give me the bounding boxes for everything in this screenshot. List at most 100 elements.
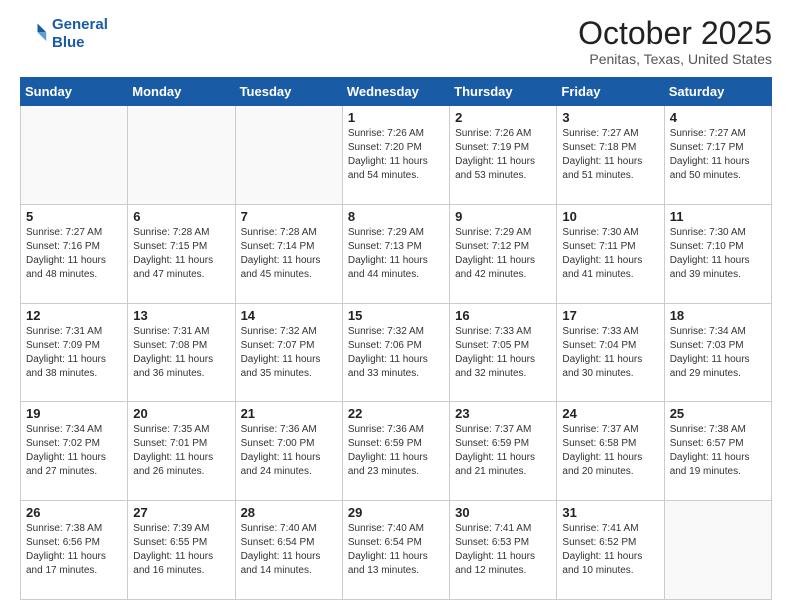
day-info: Sunrise: 7:28 AM Sunset: 7:14 PM Dayligh… <box>241 226 337 282</box>
calendar-cell: 29 Sunrise: 7:40 AM Sunset: 6:54 PM Dayli… <box>342 501 449 600</box>
day-info: Sunrise: 7:41 AM Sunset: 6:52 PM Dayligh… <box>562 522 658 578</box>
day-number: 7 <box>241 209 337 224</box>
weekday-header: Monday <box>128 78 235 106</box>
calendar-cell: 14Sunrise: 7:32 AM Sunset: 7:07 PM Dayli… <box>235 303 342 402</box>
calendar-week-row: 5 Sunrise: 7:27 AM Sunset: 7:16 PM Daylig… <box>21 204 772 303</box>
day-info: Sunrise: 7:37 AM Sunset: 6:58 PM Dayligh… <box>562 423 658 479</box>
logo-text: General Blue <box>52 16 108 52</box>
day-number: 12 <box>26 308 122 323</box>
calendar-cell: 12Sunrise: 7:31 AM Sunset: 7:09 PM Dayli… <box>21 303 128 402</box>
weekday-header: Friday <box>557 78 664 106</box>
logo: General Blue <box>20 16 108 52</box>
weekday-header: Saturday <box>664 78 771 106</box>
calendar-cell: 31 Sunrise: 7:41 AM Sunset: 6:52 PM Dayli… <box>557 501 664 600</box>
day-info: Sunrise: 7:36 AM Sunset: 6:59 PM Dayligh… <box>348 423 444 479</box>
calendar-header-row: SundayMondayTuesdayWednesdayThursdayFrid… <box>21 78 772 106</box>
calendar-cell: 20 Sunrise: 7:35 AM Sunset: 7:01 PM Dayli… <box>128 402 235 501</box>
day-number: 13 <box>133 308 229 323</box>
day-number: 4 <box>670 110 766 125</box>
day-number: 25 <box>670 406 766 421</box>
day-number: 11 <box>670 209 766 224</box>
day-number: 28 <box>241 505 337 520</box>
calendar-cell: 25 Sunrise: 7:38 AM Sunset: 6:57 PM Dayli… <box>664 402 771 501</box>
day-info: Sunrise: 7:27 AM Sunset: 7:18 PM Dayligh… <box>562 127 658 183</box>
calendar-week-row: 19 Sunrise: 7:34 AM Sunset: 7:02 PM Dayli… <box>21 402 772 501</box>
day-number: 21 <box>241 406 337 421</box>
calendar-cell: 21 Sunrise: 7:36 AM Sunset: 7:00 PM Dayli… <box>235 402 342 501</box>
calendar-cell: 5 Sunrise: 7:27 AM Sunset: 7:16 PM Daylig… <box>21 204 128 303</box>
day-info: Sunrise: 7:31 AM Sunset: 7:08 PM Dayligh… <box>133 325 229 381</box>
day-info: Sunrise: 7:36 AM Sunset: 7:00 PM Dayligh… <box>241 423 337 479</box>
day-info: Sunrise: 7:33 AM Sunset: 7:05 PM Dayligh… <box>455 325 551 381</box>
calendar-cell: 3 Sunrise: 7:27 AM Sunset: 7:18 PM Daylig… <box>557 106 664 205</box>
day-info: Sunrise: 7:39 AM Sunset: 6:55 PM Dayligh… <box>133 522 229 578</box>
day-number: 19 <box>26 406 122 421</box>
day-info: Sunrise: 7:28 AM Sunset: 7:15 PM Dayligh… <box>133 226 229 282</box>
day-info: Sunrise: 7:40 AM Sunset: 6:54 PM Dayligh… <box>348 522 444 578</box>
calendar-cell: 15 Sunrise: 7:32 AM Sunset: 7:06 PM Dayli… <box>342 303 449 402</box>
calendar-cell: 10 Sunrise: 7:30 AM Sunset: 7:11 PM Dayli… <box>557 204 664 303</box>
day-number: 20 <box>133 406 229 421</box>
day-info: Sunrise: 7:40 AM Sunset: 6:54 PM Dayligh… <box>241 522 337 578</box>
calendar-cell <box>128 106 235 205</box>
day-number: 5 <box>26 209 122 224</box>
day-info: Sunrise: 7:32 AM Sunset: 7:06 PM Dayligh… <box>348 325 444 381</box>
day-number: 29 <box>348 505 444 520</box>
day-number: 24 <box>562 406 658 421</box>
calendar-cell: 9Sunrise: 7:29 AM Sunset: 7:12 PM Daylig… <box>450 204 557 303</box>
calendar-cell: 13 Sunrise: 7:31 AM Sunset: 7:08 PM Dayli… <box>128 303 235 402</box>
day-number: 18 <box>670 308 766 323</box>
day-info: Sunrise: 7:41 AM Sunset: 6:53 PM Dayligh… <box>455 522 551 578</box>
day-info: Sunrise: 7:34 AM Sunset: 7:03 PM Dayligh… <box>670 325 766 381</box>
calendar-cell: 27Sunrise: 7:39 AM Sunset: 6:55 PM Dayli… <box>128 501 235 600</box>
day-number: 17 <box>562 308 658 323</box>
day-number: 15 <box>348 308 444 323</box>
main-title: October 2025 <box>578 16 772 51</box>
calendar-cell: 22 Sunrise: 7:36 AM Sunset: 6:59 PM Dayli… <box>342 402 449 501</box>
calendar-cell: 8Sunrise: 7:29 AM Sunset: 7:13 PM Daylig… <box>342 204 449 303</box>
day-number: 14 <box>241 308 337 323</box>
day-number: 23 <box>455 406 551 421</box>
day-info: Sunrise: 7:26 AM Sunset: 7:20 PM Dayligh… <box>348 127 444 183</box>
day-info: Sunrise: 7:35 AM Sunset: 7:01 PM Dayligh… <box>133 423 229 479</box>
calendar-week-row: 1 Sunrise: 7:26 AM Sunset: 7:20 PM Daylig… <box>21 106 772 205</box>
day-info: Sunrise: 7:30 AM Sunset: 7:10 PM Dayligh… <box>670 226 766 282</box>
subtitle: Penitas, Texas, United States <box>578 51 772 67</box>
weekday-header: Thursday <box>450 78 557 106</box>
weekday-header: Sunday <box>21 78 128 106</box>
day-info: Sunrise: 7:37 AM Sunset: 6:59 PM Dayligh… <box>455 423 551 479</box>
calendar-cell <box>664 501 771 600</box>
calendar-cell: 26Sunrise: 7:38 AM Sunset: 6:56 PM Dayli… <box>21 501 128 600</box>
calendar-week-row: 26Sunrise: 7:38 AM Sunset: 6:56 PM Dayli… <box>21 501 772 600</box>
day-number: 1 <box>348 110 444 125</box>
day-number: 30 <box>455 505 551 520</box>
calendar-cell: 30 Sunrise: 7:41 AM Sunset: 6:53 PM Dayli… <box>450 501 557 600</box>
title-block: October 2025 Penitas, Texas, United Stat… <box>578 16 772 67</box>
day-info: Sunrise: 7:33 AM Sunset: 7:04 PM Dayligh… <box>562 325 658 381</box>
calendar-cell: 19 Sunrise: 7:34 AM Sunset: 7:02 PM Dayli… <box>21 402 128 501</box>
calendar-cell: 7 Sunrise: 7:28 AM Sunset: 7:14 PM Daylig… <box>235 204 342 303</box>
day-info: Sunrise: 7:27 AM Sunset: 7:16 PM Dayligh… <box>26 226 122 282</box>
day-number: 16 <box>455 308 551 323</box>
day-number: 10 <box>562 209 658 224</box>
day-number: 22 <box>348 406 444 421</box>
calendar-cell: 24 Sunrise: 7:37 AM Sunset: 6:58 PM Dayli… <box>557 402 664 501</box>
day-info: Sunrise: 7:38 AM Sunset: 6:57 PM Dayligh… <box>670 423 766 479</box>
calendar-cell: 28 Sunrise: 7:40 AM Sunset: 6:54 PM Dayli… <box>235 501 342 600</box>
calendar-cell <box>235 106 342 205</box>
day-number: 9 <box>455 209 551 224</box>
weekday-header: Tuesday <box>235 78 342 106</box>
page: General Blue October 2025 Penitas, Texas… <box>0 0 792 612</box>
header: General Blue October 2025 Penitas, Texas… <box>20 16 772 67</box>
day-info: Sunrise: 7:30 AM Sunset: 7:11 PM Dayligh… <box>562 226 658 282</box>
day-number: 3 <box>562 110 658 125</box>
calendar-cell: 1 Sunrise: 7:26 AM Sunset: 7:20 PM Daylig… <box>342 106 449 205</box>
calendar-cell: 2Sunrise: 7:26 AM Sunset: 7:19 PM Daylig… <box>450 106 557 205</box>
day-info: Sunrise: 7:34 AM Sunset: 7:02 PM Dayligh… <box>26 423 122 479</box>
calendar-cell: 6Sunrise: 7:28 AM Sunset: 7:15 PM Daylig… <box>128 204 235 303</box>
calendar-week-row: 12Sunrise: 7:31 AM Sunset: 7:09 PM Dayli… <box>21 303 772 402</box>
day-number: 31 <box>562 505 658 520</box>
day-number: 2 <box>455 110 551 125</box>
day-info: Sunrise: 7:29 AM Sunset: 7:13 PM Dayligh… <box>348 226 444 282</box>
day-number: 26 <box>26 505 122 520</box>
